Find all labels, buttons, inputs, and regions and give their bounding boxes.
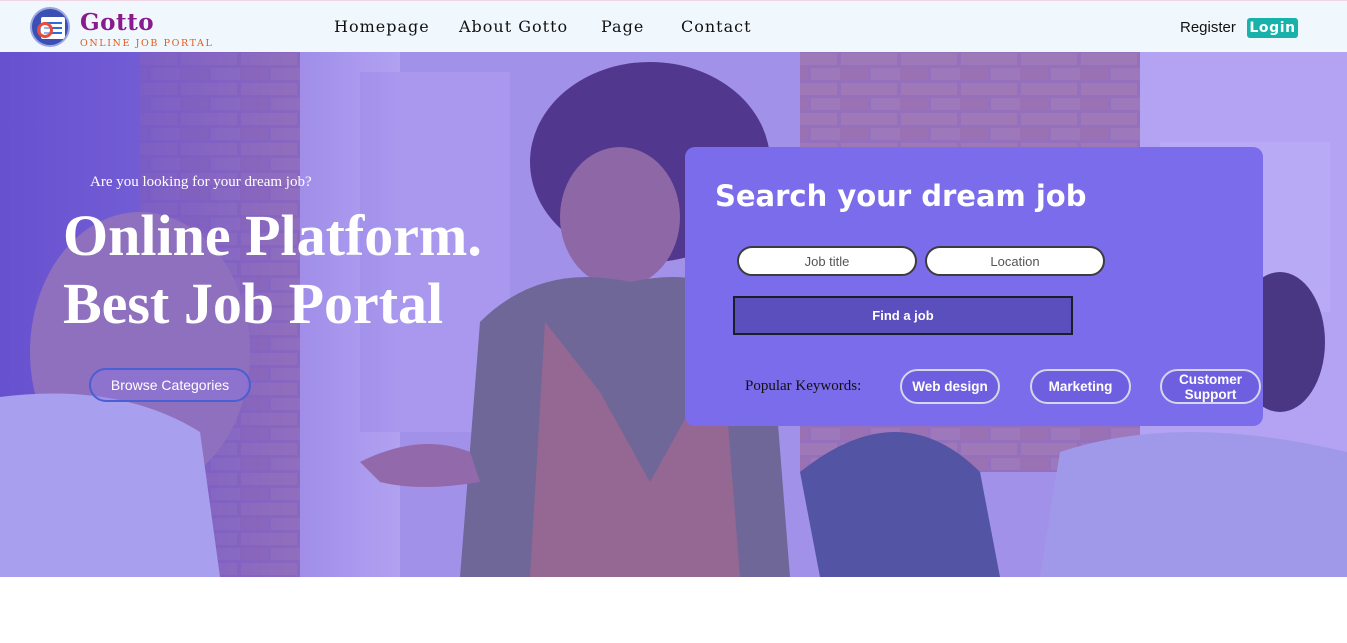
hero-section: Are you looking for your dream job? Onli…	[0, 52, 1347, 577]
nav-homepage[interactable]: Homepage	[334, 17, 430, 36]
hero-title-line-2: Best Job Portal	[63, 271, 444, 336]
brand-name[interactable]: Gotto	[80, 9, 154, 36]
logo-magnifier-shape	[37, 22, 53, 38]
hero-title-line-1: Online Platform.	[63, 203, 482, 268]
login-button[interactable]: Login	[1247, 18, 1298, 38]
browse-categories-button[interactable]: Browse Categories	[89, 368, 251, 402]
job-search-magnifier-icon[interactable]	[30, 7, 70, 47]
nav-about-gotto[interactable]: About Gotto	[459, 17, 568, 36]
location-input[interactable]	[925, 246, 1105, 276]
find-job-button[interactable]: Find a job	[733, 296, 1073, 335]
brand-subtitle: ONLINE JOB PORTAL	[80, 38, 214, 49]
register-link[interactable]: Register	[1180, 19, 1236, 36]
search-card-title: Search your dream job	[715, 179, 1087, 213]
site-header: Gotto ONLINE JOB PORTAL Homepage About G…	[0, 0, 1347, 52]
hero-title: Online Platform. Best Job Portal	[63, 202, 482, 338]
hero-tagline: Are you looking for your dream job?	[90, 174, 312, 190]
keyword-web-design[interactable]: Web design	[900, 369, 1000, 404]
job-search-card: Search your dream job Find a job Popular…	[685, 147, 1263, 426]
job-title-input[interactable]	[737, 246, 917, 276]
nav-page[interactable]: Page	[601, 17, 644, 36]
nav-contact[interactable]: Contact	[681, 17, 752, 36]
keyword-marketing[interactable]: Marketing	[1030, 369, 1131, 404]
keyword-customer-support[interactable]: Customer Support	[1160, 369, 1261, 404]
popular-keywords-label: Popular Keywords:	[745, 378, 862, 394]
